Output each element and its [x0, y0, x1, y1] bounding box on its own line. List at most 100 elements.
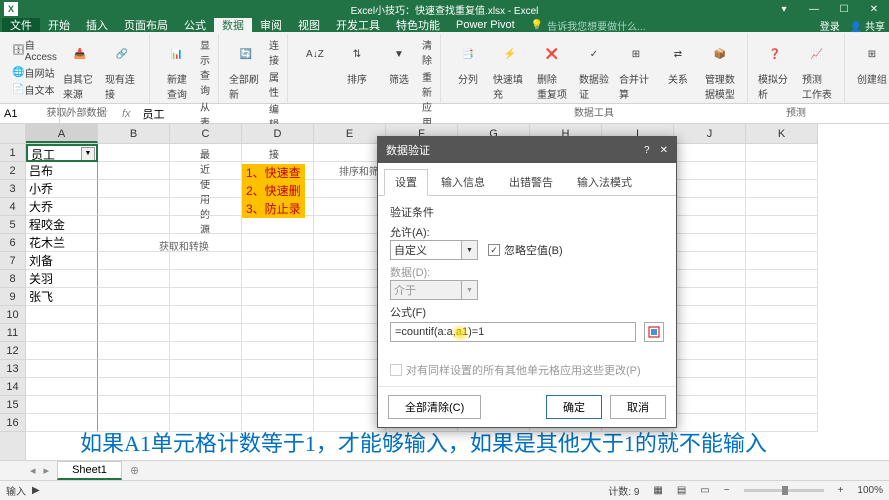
row-header-16[interactable]: 16 [0, 414, 25, 432]
tab-dev[interactable]: 开发工具 [328, 18, 388, 32]
cell[interactable] [98, 252, 170, 270]
cell[interactable] [170, 306, 242, 324]
cell[interactable] [242, 288, 314, 306]
cell[interactable] [314, 162, 386, 180]
row-header-13[interactable]: 13 [0, 360, 25, 378]
cell[interactable] [170, 360, 242, 378]
cell[interactable] [242, 324, 314, 342]
cell[interactable] [674, 216, 746, 234]
login-link[interactable]: 登录 [820, 18, 840, 33]
col-header-C[interactable]: C [170, 124, 242, 143]
ignore-blank-checkbox[interactable]: ✓ 忽略空值(B) [488, 242, 563, 258]
cell[interactable] [242, 270, 314, 288]
cell[interactable] [674, 144, 746, 162]
cell[interactable] [314, 324, 386, 342]
cell[interactable] [314, 306, 386, 324]
cell[interactable]: 员工▼ [26, 144, 98, 162]
tab-data[interactable]: 数据 [214, 18, 252, 32]
consolidate-button[interactable]: ⊞合并计算 [615, 36, 657, 103]
cell[interactable] [26, 396, 98, 414]
cell[interactable] [170, 234, 242, 252]
tab-view[interactable]: 视图 [290, 18, 328, 32]
col-header-K[interactable]: K [746, 124, 818, 143]
tab-error-alert[interactable]: 出错警告 [498, 169, 564, 195]
cell[interactable] [746, 252, 818, 270]
zoom-in-button[interactable]: + [838, 485, 844, 496]
dialog-help-button[interactable]: ? [644, 145, 650, 156]
tell-me-search[interactable]: 💡 告诉我您想要做什么... [531, 18, 646, 33]
forecast-button[interactable]: 📈预测 工作表 [796, 36, 838, 103]
ribbon-options-icon[interactable]: ▾ [769, 0, 799, 18]
cell[interactable] [98, 342, 170, 360]
cell[interactable] [242, 396, 314, 414]
cell[interactable] [170, 162, 242, 180]
tab-special[interactable]: 特色功能 [388, 18, 448, 32]
cell[interactable]: 花木兰 [26, 234, 98, 252]
whatif-button[interactable]: ❓模拟分析 [754, 36, 796, 103]
group-button[interactable]: ⊞创建组 [851, 36, 889, 88]
cell[interactable] [170, 180, 242, 198]
ok-button[interactable]: 确定 [546, 395, 602, 419]
cell[interactable] [170, 396, 242, 414]
add-sheet-button[interactable]: ⊕ [122, 464, 147, 477]
tab-settings[interactable]: 设置 [384, 169, 428, 196]
other-sources-button[interactable]: 📥自其它来源 [59, 36, 101, 103]
row-header-8[interactable]: 8 [0, 270, 25, 288]
cell[interactable] [746, 288, 818, 306]
cell[interactable] [674, 324, 746, 342]
sheet-nav-prev-icon[interactable]: ◂ [30, 464, 36, 477]
cell[interactable] [98, 288, 170, 306]
cell[interactable] [674, 252, 746, 270]
dialog-titlebar[interactable]: 数据验证 ? ✕ [378, 137, 676, 163]
existing-conn-button[interactable]: 🔗现有连接 [101, 36, 143, 103]
col-header-E[interactable]: E [314, 124, 386, 143]
cell[interactable] [170, 378, 242, 396]
cell[interactable] [170, 198, 242, 216]
cell[interactable] [674, 360, 746, 378]
cell[interactable] [170, 342, 242, 360]
cell[interactable] [314, 216, 386, 234]
row-header-15[interactable]: 15 [0, 396, 25, 414]
cell[interactable] [98, 144, 170, 162]
sheet-tab-1[interactable]: Sheet1 [57, 461, 122, 480]
col-header-B[interactable]: B [98, 124, 170, 143]
cell[interactable] [746, 198, 818, 216]
cell[interactable] [746, 180, 818, 198]
cell[interactable] [170, 270, 242, 288]
share-button[interactable]: 👤 共享 [850, 18, 885, 33]
cell[interactable]: 小乔 [26, 180, 98, 198]
cell[interactable] [98, 216, 170, 234]
remove-duplicates-button[interactable]: ❌删除 重复项 [531, 36, 573, 103]
cell[interactable] [674, 342, 746, 360]
cell[interactable] [98, 180, 170, 198]
cell[interactable] [314, 198, 386, 216]
cell[interactable] [314, 378, 386, 396]
col-header-A[interactable]: A [26, 124, 98, 143]
from-web-button[interactable]: 🌐自网站 [10, 64, 59, 81]
show-query-button[interactable]: 显示查询 [198, 36, 212, 98]
cell[interactable] [746, 162, 818, 180]
cell[interactable] [242, 216, 314, 234]
cell[interactable] [674, 306, 746, 324]
row-header-5[interactable]: 5 [0, 216, 25, 234]
tab-review[interactable]: 审阅 [252, 18, 290, 32]
cell[interactable] [170, 252, 242, 270]
apply-changes-checkbox[interactable]: 对有同样设置的所有其他单元格应用这些更改(P) [390, 362, 664, 378]
formula-input[interactable]: 员工 [137, 106, 889, 122]
formula-input-field[interactable]: =countif(a:a,a1)=1 [390, 322, 636, 342]
cell[interactable] [674, 378, 746, 396]
select-all-corner[interactable] [0, 124, 26, 144]
cell[interactable] [674, 270, 746, 288]
cell[interactable] [98, 270, 170, 288]
cell[interactable] [98, 396, 170, 414]
from-text-button[interactable]: 📄自文本 [10, 81, 59, 98]
cell[interactable]: 大乔 [26, 198, 98, 216]
manage-model-button[interactable]: 📦管理数 据模型 [699, 36, 741, 103]
relationships-button[interactable]: ⇄关系 [657, 36, 699, 88]
cell[interactable] [170, 288, 242, 306]
cell[interactable] [746, 396, 818, 414]
cell[interactable] [746, 306, 818, 324]
row-header-3[interactable]: 3 [0, 180, 25, 198]
cell[interactable] [674, 288, 746, 306]
tab-formula[interactable]: 公式 [176, 18, 214, 32]
